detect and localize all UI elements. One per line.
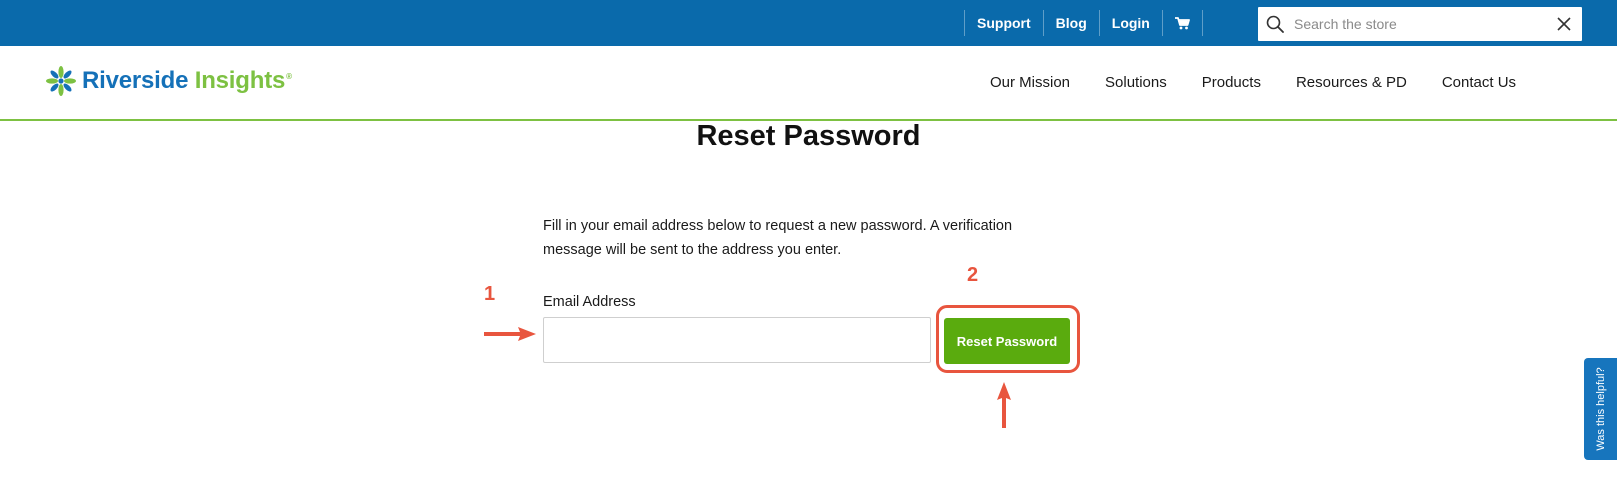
instructions-line-2: message will be sent to the address you … bbox=[543, 242, 842, 258]
blog-link[interactable]: Blog bbox=[1044, 0, 1099, 46]
search-input[interactable] bbox=[1292, 9, 1546, 39]
store-search bbox=[1258, 7, 1582, 41]
divider bbox=[1201, 10, 1203, 36]
nav-item-contact-us[interactable]: Contact Us bbox=[1442, 74, 1516, 91]
cart-icon[interactable] bbox=[1163, 0, 1202, 46]
main-nav: Our Mission Solutions Products Resources… bbox=[990, 46, 1551, 119]
instructions-text: Fill in your email address below to requ… bbox=[543, 214, 1063, 262]
close-icon[interactable] bbox=[1546, 7, 1582, 41]
nav-item-resources-pd[interactable]: Resources & PD bbox=[1296, 74, 1407, 91]
annotation-number-2: 2 bbox=[967, 264, 979, 286]
riverside-insights-logo[interactable]: Riverside Insights® bbox=[44, 64, 292, 98]
logo-icon bbox=[46, 66, 76, 96]
feedback-tab-label: Was this helpful? bbox=[1594, 367, 1607, 451]
feedback-tab[interactable]: Was this helpful? bbox=[1584, 358, 1617, 460]
annotation-arrow-right-icon bbox=[484, 327, 536, 341]
instructions-line-1: Fill in your email address below to requ… bbox=[543, 218, 1013, 234]
page-title: Reset Password bbox=[696, 120, 921, 152]
login-link[interactable]: Login bbox=[1100, 0, 1162, 46]
annotation-number-1: 1 bbox=[484, 283, 496, 305]
nav-item-solutions[interactable]: Solutions bbox=[1105, 74, 1167, 91]
annotation-arrow-up-icon bbox=[997, 382, 1011, 428]
main-header: Riverside Insights® Our Mission Solution… bbox=[0, 46, 1617, 121]
reset-password-button[interactable]: Reset Password bbox=[944, 318, 1070, 364]
search-icon[interactable] bbox=[1258, 7, 1292, 41]
top-links: Support Blog Login bbox=[964, 0, 1203, 46]
nav-item-our-mission[interactable]: Our Mission bbox=[990, 74, 1070, 91]
top-utility-bar: Support Blog Login bbox=[0, 0, 1617, 46]
email-field[interactable] bbox=[543, 317, 931, 363]
support-link[interactable]: Support bbox=[965, 0, 1043, 46]
logo-wordmark: Riverside Insights® bbox=[82, 67, 292, 94]
email-label: Email Address bbox=[543, 294, 636, 310]
nav-item-products[interactable]: Products bbox=[1202, 74, 1261, 91]
